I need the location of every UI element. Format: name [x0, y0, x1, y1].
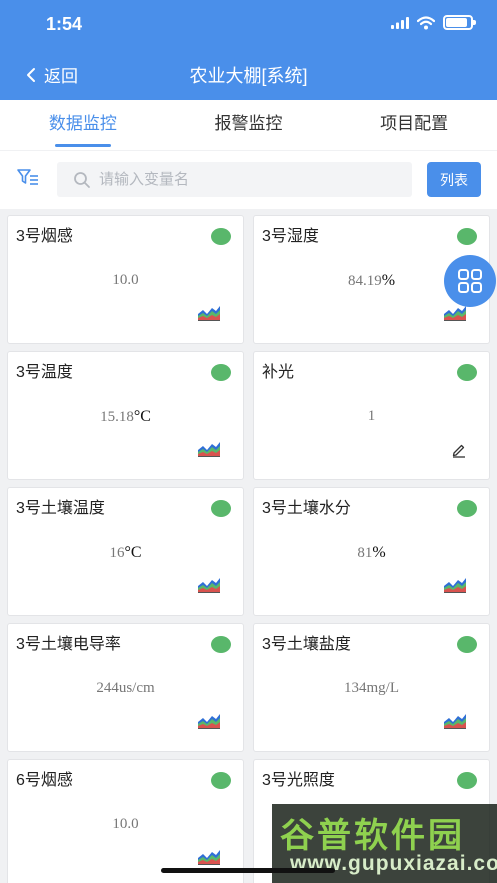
value-number: 81 — [357, 545, 373, 561]
variable-card[interactable]: 3号土壤温度 16°C — [7, 487, 244, 616]
chart-icon[interactable] — [197, 710, 221, 735]
variable-value: 10.0 — [8, 272, 243, 289]
status-dot-icon — [457, 772, 477, 789]
tab-bar: 数据监控 报警监控 项目配置 — [0, 100, 497, 150]
value-unit: % — [372, 544, 386, 561]
value-number: 1 — [367, 408, 376, 424]
variable-card[interactable]: 补光 1 — [253, 351, 490, 480]
chart-icon[interactable] — [197, 574, 221, 599]
value-unit: °C — [133, 408, 151, 425]
value-number: 16 — [109, 545, 125, 561]
variable-name: 3号湿度 — [262, 228, 319, 245]
value-number: 134mg/L — [344, 680, 399, 696]
variable-card-grid: 3号烟感 10.0 3号湿度 84.19% 3号温度 15.18°C 补光 1 3号土壤温度 16… — [7, 215, 490, 883]
variable-name: 3号土壤盐度 — [262, 636, 351, 653]
value-unit: % — [381, 272, 396, 289]
tab-project-config[interactable]: 项目配置 — [331, 100, 497, 150]
chart-icon[interactable] — [197, 438, 221, 463]
home-indicator — [161, 868, 335, 873]
variable-name: 3号温度 — [16, 364, 73, 381]
variable-value: 244us/cm — [8, 680, 243, 697]
status-dot-icon — [211, 228, 231, 245]
variable-name: 3号土壤电导率 — [16, 636, 121, 653]
search-icon — [74, 171, 90, 188]
status-dot-icon — [211, 772, 231, 789]
wifi-icon — [417, 15, 435, 29]
search-bar: 列表 — [0, 151, 497, 209]
variable-value: 10.0 — [8, 816, 243, 833]
value-number: 244us/cm — [96, 680, 155, 696]
status-dot-icon — [457, 228, 477, 245]
grid-view-button[interactable] — [444, 255, 496, 307]
variable-card[interactable]: 6号烟感 10.0 — [7, 759, 244, 883]
value-unit: °C — [124, 544, 142, 561]
variable-name: 3号土壤水分 — [262, 500, 351, 517]
variable-value: 134mg/L — [254, 680, 489, 697]
status-icons — [391, 15, 476, 30]
search-box — [57, 162, 412, 197]
status-dot-icon — [457, 636, 477, 653]
status-dot-icon — [457, 364, 477, 381]
status-dot-icon — [211, 636, 231, 653]
watermark-cn: 谷普软件园 — [280, 817, 465, 855]
chart-icon[interactable] — [443, 710, 467, 735]
value-number: 10.0 — [112, 272, 139, 288]
variable-name: 6号烟感 — [16, 772, 73, 789]
variable-value: 1 — [254, 408, 489, 425]
chart-icon[interactable] — [197, 302, 221, 327]
status-dot-icon — [457, 500, 477, 517]
search-input[interactable] — [99, 171, 399, 188]
tab-alarm-monitor[interactable]: 报警监控 — [166, 100, 332, 150]
status-dot-icon — [211, 500, 231, 517]
variable-name: 补光 — [262, 364, 295, 381]
variable-card[interactable]: 3号温度 15.18°C — [7, 351, 244, 480]
variable-card[interactable]: 3号土壤电导率 244us/cm — [7, 623, 244, 752]
grid-icon — [458, 269, 482, 293]
page-title: 农业大棚[系统] — [189, 66, 308, 86]
battery-icon — [443, 15, 476, 30]
variable-value: 15.18°C — [8, 408, 243, 426]
edit-icon[interactable] — [451, 442, 467, 463]
list-button[interactable]: 列表 — [427, 162, 481, 197]
variable-card[interactable]: 3号烟感 10.0 — [7, 215, 244, 344]
variable-name: 3号烟感 — [16, 228, 73, 245]
app-header: 1:54 返回 农业大棚[系统] — [0, 0, 497, 100]
chart-icon[interactable] — [443, 574, 467, 599]
signal-icon — [391, 16, 409, 29]
tab-data-monitor[interactable]: 数据监控 — [0, 100, 166, 150]
status-dot-icon — [211, 364, 231, 381]
variable-card[interactable]: 3号土壤盐度 134mg/L — [253, 623, 490, 752]
value-number: 84.19 — [347, 273, 382, 289]
value-number: 10.0 — [112, 816, 139, 832]
variable-card[interactable]: 3号土壤水分 81% — [253, 487, 490, 616]
filter-icon[interactable] — [16, 167, 40, 189]
variable-name: 3号土壤温度 — [16, 500, 105, 517]
variable-value: 16°C — [8, 544, 243, 562]
value-number: 15.18 — [100, 409, 134, 425]
variable-value: 81% — [254, 544, 489, 562]
variable-name: 3号光照度 — [262, 772, 335, 789]
status-time: 1:54 — [46, 14, 83, 34]
